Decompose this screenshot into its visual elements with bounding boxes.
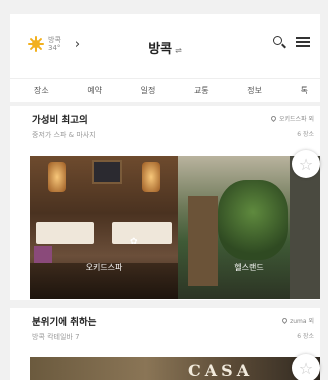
swap-city-icon[interactable]: ⇌ (175, 46, 182, 55)
tab-places[interactable]: 장소 (34, 85, 49, 96)
flower-icon: ✿ (130, 237, 138, 247)
card-location-text: zuma 외 (290, 318, 314, 325)
pin-icon (269, 114, 278, 123)
card-title: 분위기에 취하는 (32, 317, 97, 328)
tab-talk[interactable]: 톡 (301, 85, 308, 96)
top-header: 방콕 34° › 방콕 ⇌ 장소 예약 일정 교통 정보 톡 (10, 14, 320, 102)
category-tabs: 장소 예약 일정 교통 정보 톡 (10, 78, 320, 102)
card-location: 오키드스파 외 (269, 114, 314, 123)
photo-label: 헬스랜드 (234, 263, 264, 272)
card-location: zuma 외 (281, 316, 314, 325)
tab-transport[interactable]: 교통 (194, 85, 209, 96)
spa-photo[interactable]: 오키드스파 (30, 156, 178, 299)
tab-schedule[interactable]: 일정 (141, 85, 156, 96)
pin-icon (281, 316, 289, 325)
app-screen: 방콕 34° › 방콕 ⇌ 장소 예약 일정 교통 정보 톡 가성비 최고의 중저… (0, 0, 328, 380)
page-title: 방콕 (148, 42, 173, 57)
photo-carousel[interactable]: 오키드스파 헬스랜드 (30, 156, 320, 299)
spa-photo[interactable]: 헬스랜드 (178, 156, 320, 299)
header-actions (272, 35, 310, 49)
card-subtitle: 중저가 스파 & 마사지 (32, 131, 96, 139)
favorite-star-button[interactable]: ☆ (292, 150, 320, 178)
star-icon: ☆ (298, 154, 314, 174)
bar-photo[interactable]: CASA (30, 357, 320, 380)
tab-info[interactable]: 정보 (247, 85, 262, 96)
search-icon[interactable] (272, 35, 286, 49)
card-subtitle: 방콕 칵테일바 7 (32, 333, 80, 341)
curation-card[interactable]: 분위기에 취하는 방콕 칵테일바 7 zuma 외 6 장소 CASA ☆ (10, 308, 320, 380)
photo-sign: CASA (188, 361, 254, 380)
favorite-star-button[interactable]: ☆ (292, 354, 320, 380)
menu-icon[interactable] (296, 35, 310, 49)
tab-booking[interactable]: 예약 (87, 85, 102, 96)
card-count: 6 장소 (297, 333, 314, 340)
card-title: 가성비 최고의 (32, 115, 88, 126)
star-icon: ☆ (298, 358, 314, 378)
curation-card[interactable]: 가성비 최고의 중저가 스파 & 마사지 오키드스파 외 6 장소 오키드스파 … (10, 106, 320, 300)
photo-label: 오키드스파 (85, 263, 123, 272)
card-count: 6 장소 (297, 131, 314, 138)
card-location-text: 오키드스파 외 (278, 116, 314, 123)
